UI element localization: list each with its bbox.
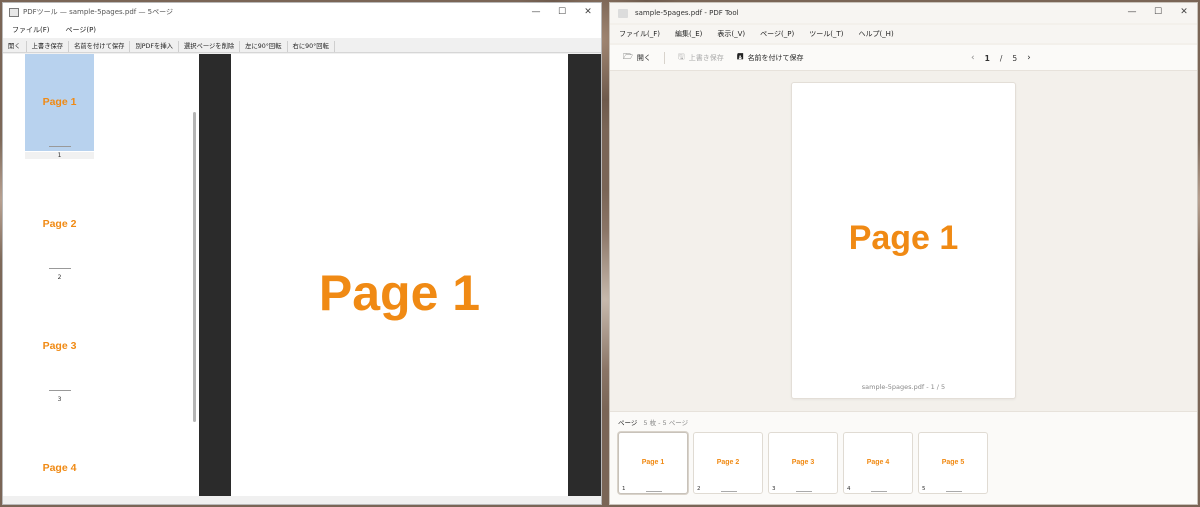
strip-thumbnail-label: Page 3 [791, 459, 815, 466]
thumbnail-label: Page 3 [42, 340, 77, 352]
page-strip: ページ 5 枚 - 5 ページ Page 1 1 Page 2 2 Page 3… [610, 411, 1197, 504]
left-window-title: PDFツール — sample-5pages.pdf — 5ページ [23, 8, 173, 16]
rotate-left-button[interactable]: 左に90°回転 [240, 40, 288, 52]
open-folder-icon: 🗁 [623, 51, 633, 61]
open-button[interactable]: 🗁 開く [623, 51, 651, 65]
thumbnail-footer-line [49, 268, 71, 269]
thumbnail-number: 3 [57, 396, 62, 403]
page-canvas: Page 1 sample-5pages.pdf - 1 / 5 [791, 82, 1016, 399]
save-as-button[interactable]: 🖪 名前を付けて保存 [737, 51, 804, 65]
strip-thumbnail-number: 1 [622, 486, 626, 492]
prev-page-chevron-icon[interactable]: ‹ [971, 53, 975, 63]
page-content-text: Page 1 [318, 265, 481, 321]
left-title-bar: PDFツール — sample-5pages.pdf — 5ページ — ☐ ✕ [3, 3, 601, 21]
minimize-button[interactable]: — [1119, 3, 1145, 21]
thumbnail-label: Page 4 [42, 462, 77, 474]
thumbnail-page-4[interactable]: Page 4 4 [25, 420, 94, 504]
menu-page[interactable]: ページ(_P) [760, 29, 794, 39]
strip-thumbnail-label: Page 5 [941, 459, 965, 466]
strip-thumbnail-page-2[interactable]: Page 2 2 [693, 432, 763, 494]
app-icon [618, 8, 628, 18]
open-button[interactable]: 開く [3, 40, 27, 52]
thumbnail-page-1[interactable]: Page 1 1 [25, 54, 94, 159]
strip-thumbnail-page-4[interactable]: Page 4 4 [843, 432, 913, 494]
maximize-button[interactable]: ☐ [549, 3, 575, 21]
strip-thumbnail-page-1[interactable]: Page 1 1 [618, 432, 688, 494]
page-separator: / [999, 53, 1003, 63]
page-content-text: Page 1 [848, 219, 959, 257]
right-toolbar: 🗁 開く 🖫 上書き保存 🖪 名前を付けて保存 ‹ 1 / 5 › [610, 45, 1197, 71]
strip-thumbnail-label: Page 4 [866, 459, 890, 466]
right-title-bar: sample-5pages.pdf - PDF Tool — ☐ ✕ [610, 3, 1197, 23]
menu-file[interactable]: ファイル(F) [12, 25, 50, 35]
strip-thumbnail-footer-line [646, 491, 662, 492]
strip-thumbnail-footer-line [721, 491, 737, 492]
horizontal-scrollbar[interactable] [3, 496, 601, 504]
strip-thumbnail-label: Page 2 [716, 459, 740, 466]
save-as-label: 名前を付けて保存 [747, 53, 804, 62]
menu-edit[interactable]: 編集(_E) [675, 29, 702, 39]
page-viewer[interactable]: Page 1 sample-5pages.pdf - 1 / 5 [610, 71, 1197, 411]
page-canvas: Page 1 [231, 54, 568, 496]
left-menu-bar: ファイル(F) ページ(P) [3, 21, 601, 38]
maximize-button[interactable]: ☐ [1145, 3, 1171, 21]
strip-thumbnail-footer-line [796, 491, 812, 492]
strip-thumbnail-page-3[interactable]: Page 3 3 [768, 432, 838, 494]
strip-thumbnail-footer-line [871, 491, 887, 492]
page-navigator: ‹ 1 / 5 › [966, 45, 1036, 71]
page-strip-count: 5 枚 - 5 ページ [643, 419, 689, 427]
rotate-right-button[interactable]: 右に90°回転 [288, 40, 335, 52]
strip-thumbnail-footer-line [946, 491, 962, 492]
thumbnail-footer-line [49, 390, 71, 391]
open-label: 開く [636, 53, 651, 62]
save-as-icon: 🖪 [736, 51, 744, 61]
thumbnail-footer-line [49, 146, 71, 147]
right-window-title: sample-5pages.pdf - PDF Tool [635, 9, 739, 17]
toolbar-divider [663, 51, 665, 64]
thumbnail-panel[interactable]: Page 1 1 Page 2 2 Page 3 3 Page 4 4 [3, 54, 199, 504]
save-button[interactable]: 🖫 上書き保存 [678, 51, 724, 65]
thumbnail-number: 2 [57, 274, 62, 281]
insert-pdf-button[interactable]: 別PDFを挿入 [130, 40, 179, 52]
save-label: 上書き保存 [688, 53, 724, 62]
menu-file[interactable]: ファイル(_F) [619, 29, 660, 39]
save-icon: 🖫 [677, 51, 685, 61]
right-menu-bar: ファイル(_F) 編集(_E) 表示(_V) ページ(_P) ツール(_T) ヘ… [610, 25, 1197, 43]
save-as-button[interactable]: 名前を付けて保存 [69, 40, 131, 52]
thumbnail-label: Page 1 [42, 96, 77, 108]
page-strip-title: ページ [618, 419, 638, 427]
thumbnail-page-2[interactable]: Page 2 2 [25, 176, 94, 281]
thumbnail-page-3[interactable]: Page 3 3 [25, 298, 94, 403]
left-window: PDFツール — sample-5pages.pdf — 5ページ — ☐ ✕ … [2, 2, 602, 505]
strip-thumbnail-label: Page 1 [641, 459, 665, 466]
close-button[interactable]: ✕ [575, 3, 601, 21]
save-button[interactable]: 上書き保存 [27, 40, 70, 52]
next-page-chevron-icon[interactable]: › [1027, 53, 1031, 63]
app-icon [9, 7, 19, 17]
menu-view[interactable]: 表示(_V) [717, 29, 745, 39]
strip-thumbnail-page-5[interactable]: Page 5 5 [918, 432, 988, 494]
delete-page-button[interactable]: 選択ページを削除 [179, 40, 241, 52]
menu-page[interactable]: ページ(P) [66, 25, 97, 35]
strip-thumbnail-number: 2 [697, 486, 701, 492]
menu-help[interactable]: ヘルプ(_H) [858, 29, 893, 39]
right-window: sample-5pages.pdf - PDF Tool — ☐ ✕ ファイル(… [609, 2, 1198, 505]
strip-thumbnail-number: 4 [847, 486, 851, 492]
close-button[interactable]: ✕ [1171, 3, 1197, 21]
page-caption: sample-5pages.pdf - 1 / 5 [861, 383, 946, 391]
page-viewer[interactable]: Page 1 [199, 54, 601, 496]
strip-thumbnail-number: 5 [922, 486, 926, 492]
thumbnail-scrollbar[interactable] [193, 112, 196, 422]
left-toolbar: 開く 上書き保存 名前を付けて保存 別PDFを挿入 選択ページを削除 左に90°… [3, 40, 601, 53]
page-strip-header: ページ 5 枚 - 5 ページ [618, 417, 688, 427]
minimize-button[interactable]: — [523, 3, 549, 21]
strip-thumbnail-number: 3 [772, 486, 776, 492]
thumbnail-label: Page 2 [42, 218, 77, 230]
current-page: 1 [984, 53, 990, 63]
menu-tools[interactable]: ツール(_T) [809, 29, 843, 39]
total-pages: 5 [1012, 53, 1018, 63]
thumbnail-number: 1 [25, 152, 94, 159]
